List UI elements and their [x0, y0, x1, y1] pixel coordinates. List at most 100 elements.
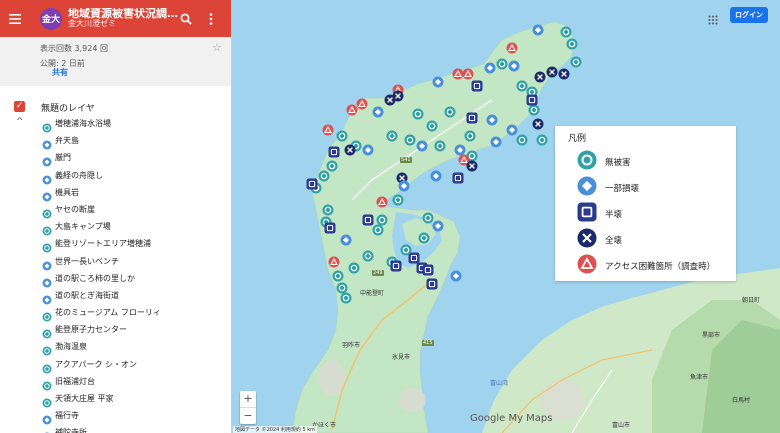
- list-item[interactable]: 花のミュージアム フローリィ: [0, 304, 231, 322]
- access-map-marker[interactable]: [322, 124, 334, 136]
- star-icon[interactable]: ☆: [212, 41, 222, 54]
- half-map-marker[interactable]: [422, 264, 434, 276]
- none-map-marker[interactable]: [528, 104, 540, 116]
- half-map-marker[interactable]: [390, 260, 402, 272]
- total-map-marker[interactable]: [466, 160, 478, 172]
- half-map-marker[interactable]: [306, 178, 318, 190]
- list-item[interactable]: ^ 増穂浦海水浴場: [0, 115, 231, 133]
- partial-map-marker[interactable]: [398, 180, 410, 192]
- none-map-marker[interactable]: [340, 292, 352, 304]
- list-item[interactable]: 義経の舟隠し: [0, 167, 231, 185]
- partial-map-marker[interactable]: [454, 144, 466, 156]
- list-item[interactable]: 道の駅とぎ海街道: [0, 287, 231, 305]
- total-map-marker[interactable]: [532, 118, 544, 130]
- none-map-marker[interactable]: [322, 204, 334, 216]
- partial-map-marker[interactable]: [508, 60, 520, 72]
- none-map-marker[interactable]: [464, 130, 476, 142]
- total-map-marker[interactable]: [534, 71, 546, 83]
- none-map-marker[interactable]: [570, 56, 582, 68]
- access-map-marker[interactable]: [452, 68, 464, 80]
- list-item[interactable]: 能登原子力センター: [0, 321, 231, 339]
- map-attribution[interactable]: 地図データ ©2024 利用規約 5 km: [233, 426, 318, 433]
- list-item[interactable]: 機具岩: [0, 184, 231, 202]
- none-map-marker[interactable]: [560, 26, 572, 38]
- layer-checkbox[interactable]: ✓: [14, 101, 25, 112]
- none-map-marker[interactable]: [434, 140, 446, 152]
- half-map-marker[interactable]: [426, 278, 438, 290]
- none-map-marker[interactable]: [496, 58, 508, 70]
- none-map-marker[interactable]: [516, 80, 528, 92]
- none-map-marker[interactable]: [426, 120, 438, 132]
- zoom-out-button[interactable]: −: [240, 408, 256, 424]
- none-map-marker[interactable]: [326, 160, 338, 172]
- none-map-marker[interactable]: [400, 244, 412, 256]
- access-map-marker[interactable]: [376, 196, 388, 208]
- access-map-marker[interactable]: [356, 98, 368, 110]
- partial-map-marker[interactable]: [430, 170, 442, 182]
- list-item[interactable]: 補陀寺所: [0, 424, 231, 433]
- total-map-marker[interactable]: [344, 144, 356, 156]
- list-item[interactable]: ヤセの断崖: [0, 201, 231, 219]
- menu-icon[interactable]: [0, 0, 30, 37]
- none-map-marker[interactable]: [386, 130, 398, 142]
- list-item[interactable]: 世界一長いベンチ: [0, 253, 231, 270]
- list-item[interactable]: 福行寺: [0, 407, 231, 425]
- partial-map-marker[interactable]: [340, 234, 352, 246]
- none-map-marker[interactable]: [536, 134, 548, 146]
- list-item[interactable]: 大島キャンプ場: [0, 218, 231, 236]
- none-map-marker[interactable]: [332, 270, 344, 282]
- list-item[interactable]: 渤海温泉: [0, 338, 231, 356]
- none-map-marker[interactable]: [418, 232, 430, 244]
- avatar[interactable]: 金大: [40, 7, 62, 30]
- half-map-marker[interactable]: [324, 222, 336, 234]
- search-icon[interactable]: [180, 10, 192, 29]
- total-map-marker[interactable]: [558, 68, 570, 80]
- partial-map-marker[interactable]: [486, 114, 498, 126]
- collapse-caret-icon[interactable]: ^: [16, 117, 24, 127]
- partial-map-marker[interactable]: [416, 140, 428, 152]
- share-button[interactable]: 共有: [52, 67, 68, 78]
- none-map-marker[interactable]: [444, 106, 456, 118]
- none-map-marker[interactable]: [336, 282, 348, 294]
- none-map-marker[interactable]: [336, 130, 348, 142]
- none-map-marker[interactable]: [376, 214, 388, 226]
- list-item[interactable]: 旧福浦灯台: [0, 373, 231, 391]
- partial-map-marker[interactable]: [506, 124, 518, 136]
- access-map-marker[interactable]: [506, 42, 518, 54]
- list-item[interactable]: 道の駅ころ柿の里しか: [0, 270, 231, 288]
- none-map-marker[interactable]: [422, 212, 434, 224]
- list-item[interactable]: 能登リゾートエリア増穂浦: [0, 235, 231, 253]
- none-map-marker[interactable]: [412, 108, 424, 120]
- half-map-marker[interactable]: [362, 214, 374, 226]
- list-item[interactable]: アクアパーク シ・オン: [0, 356, 231, 374]
- none-map-marker[interactable]: [348, 262, 360, 274]
- none-map-marker[interactable]: [362, 250, 374, 262]
- none-map-marker[interactable]: [392, 194, 404, 206]
- partial-map-marker[interactable]: [490, 136, 502, 148]
- list-item[interactable]: 厳門: [0, 149, 231, 167]
- zoom-in-button[interactable]: +: [240, 391, 256, 407]
- total-map-marker[interactable]: [392, 90, 404, 102]
- partial-map-marker[interactable]: [484, 62, 496, 74]
- list-item[interactable]: 弁天島: [0, 132, 231, 150]
- none-map-marker[interactable]: [516, 134, 528, 146]
- half-map-marker[interactable]: [526, 94, 538, 106]
- access-map-marker[interactable]: [462, 68, 474, 80]
- partial-map-marker[interactable]: [532, 24, 544, 36]
- none-map-marker[interactable]: [372, 224, 384, 236]
- more-vert-icon[interactable]: [209, 10, 213, 29]
- half-map-marker[interactable]: [408, 252, 420, 264]
- apps-grid-icon[interactable]: [708, 10, 718, 29]
- list-item[interactable]: 天領大庄屋 平家: [0, 390, 231, 408]
- partial-map-marker[interactable]: [432, 76, 444, 88]
- half-map-marker[interactable]: [452, 172, 464, 184]
- none-map-marker[interactable]: [318, 170, 330, 182]
- partial-map-marker[interactable]: [362, 144, 374, 156]
- login-button[interactable]: ログイン: [730, 7, 768, 23]
- none-map-marker[interactable]: [566, 38, 578, 50]
- partial-map-marker[interactable]: [372, 106, 384, 118]
- half-map-marker[interactable]: [466, 112, 478, 124]
- access-map-marker[interactable]: [328, 256, 340, 268]
- half-map-marker[interactable]: [328, 146, 340, 158]
- partial-map-marker[interactable]: [450, 270, 462, 282]
